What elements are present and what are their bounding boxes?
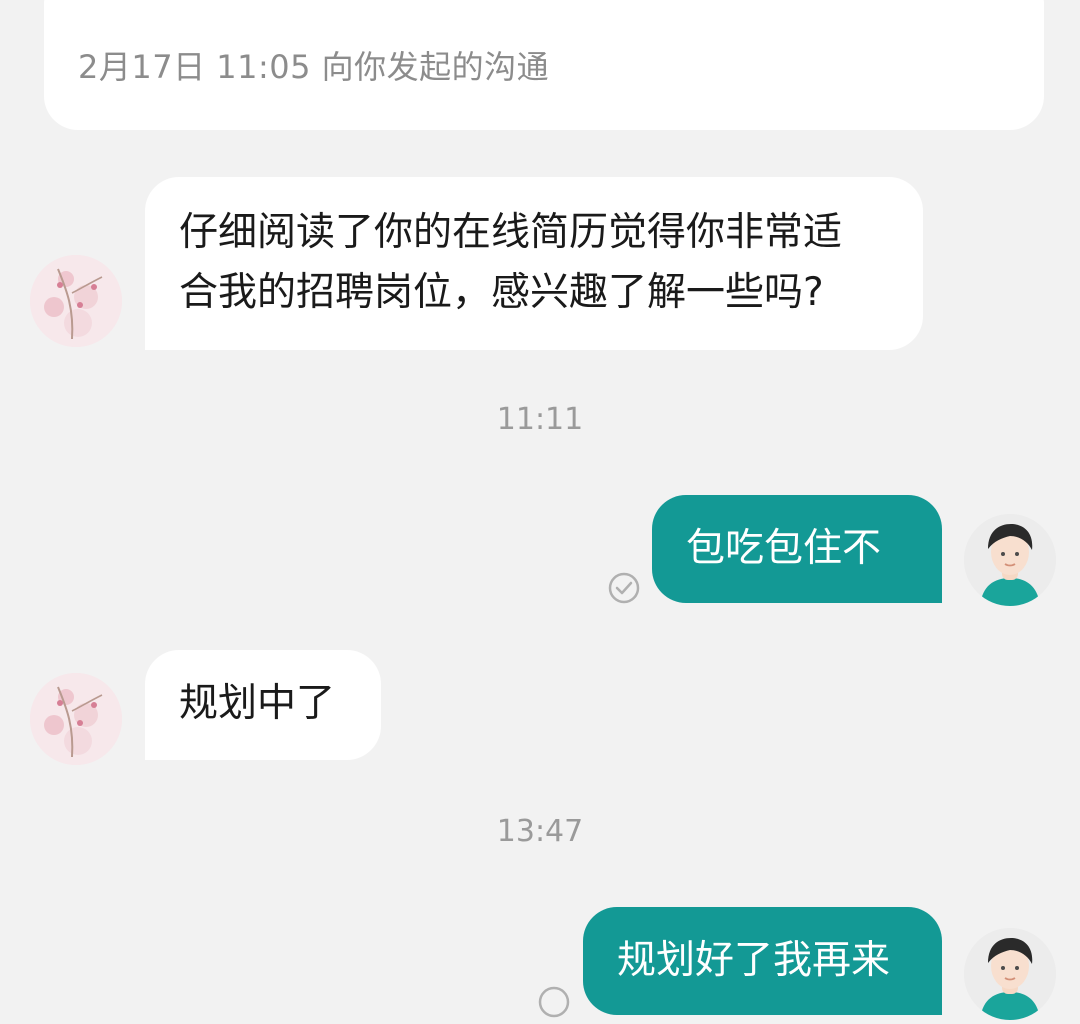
outgoing-message-bubble[interactable]: 规划好了我再来 (583, 907, 942, 1015)
chat-start-card: 2月17日 11:05 向你发起的沟通 (44, 0, 1044, 130)
incoming-message-bubble[interactable]: 规划中了 (145, 650, 381, 760)
chat-timestamp: 11:11 (496, 402, 584, 437)
incoming-message-line: 仔细阅读了你的在线简历觉得你非常适 (179, 210, 843, 255)
check-circle-icon (608, 572, 640, 604)
empty-circle-icon (538, 986, 570, 1018)
incoming-message-line: 合我的招聘岗位，感兴趣了解一些吗? (179, 270, 824, 315)
user-avatar-icon[interactable] (964, 928, 1056, 1020)
recruiter-avatar-icon[interactable] (30, 673, 122, 765)
recruiter-avatar-icon[interactable] (30, 255, 122, 347)
chat-start-meta: 2月17日 11:05 向你发起的沟通 (78, 48, 550, 86)
outgoing-message-bubble[interactable]: 包吃包住不 (652, 495, 942, 603)
user-avatar-icon[interactable] (964, 514, 1056, 606)
chat-timestamp: 13:47 (496, 814, 584, 849)
incoming-message-bubble[interactable]: 仔细阅读了你的在线简历觉得你非常适 合我的招聘岗位，感兴趣了解一些吗? (145, 177, 923, 350)
